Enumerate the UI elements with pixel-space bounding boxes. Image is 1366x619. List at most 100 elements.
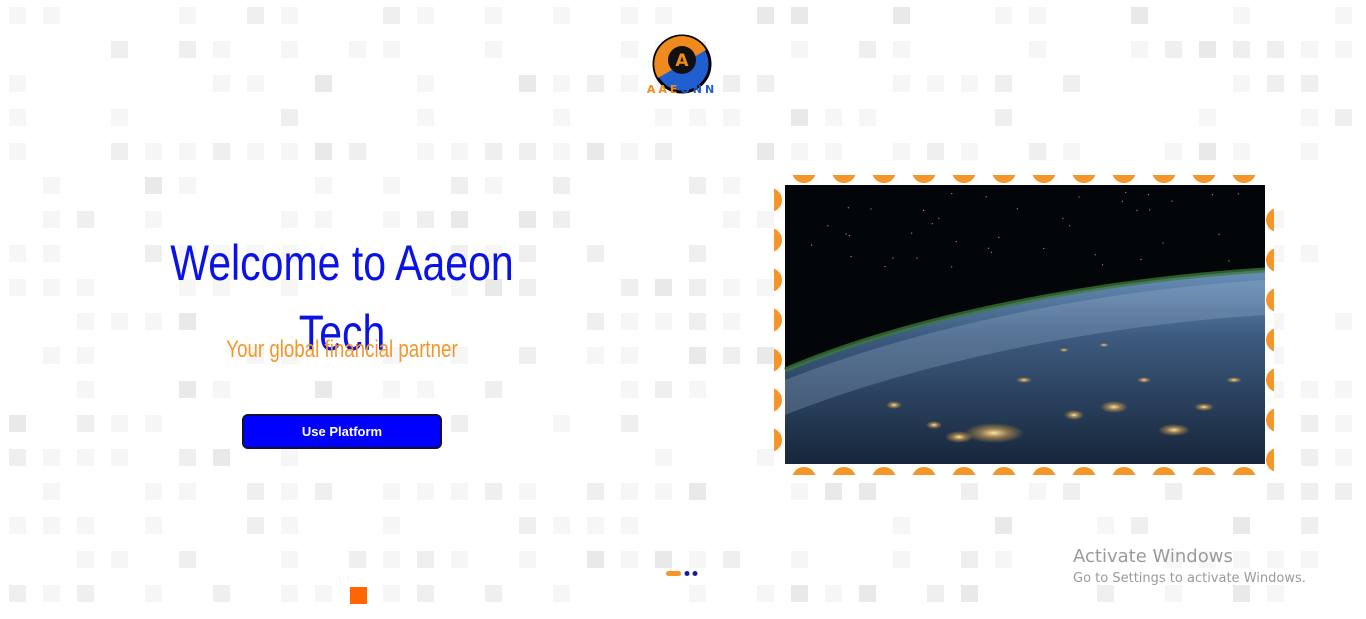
star	[1140, 258, 1142, 260]
bg-square	[451, 177, 468, 194]
bg-square	[689, 585, 706, 602]
bg-square	[9, 245, 26, 262]
star	[884, 265, 886, 268]
star	[847, 207, 849, 209]
bg-square	[383, 483, 400, 500]
bg-square	[1165, 483, 1182, 500]
scroll-to-top-button[interactable]	[350, 587, 367, 604]
bg-square	[655, 483, 672, 500]
bg-square	[145, 245, 162, 262]
bg-square	[1233, 7, 1250, 24]
bg-square	[519, 75, 536, 92]
star	[848, 234, 850, 237]
bg-square	[723, 109, 740, 126]
city-light	[886, 401, 902, 409]
bg-square	[349, 143, 366, 160]
carousel-dot[interactable]	[684, 571, 690, 576]
bg-square	[179, 177, 196, 194]
bg-square	[179, 483, 196, 500]
bg-square	[383, 211, 400, 228]
bg-square	[995, 551, 1012, 568]
bg-square	[1131, 41, 1148, 58]
bg-square	[485, 177, 502, 194]
bg-square	[757, 75, 774, 92]
bg-square	[349, 41, 366, 58]
bg-square	[43, 245, 60, 262]
bg-square	[383, 585, 400, 602]
bg-square	[1131, 7, 1148, 24]
bg-square	[1301, 245, 1318, 262]
bg-square	[1335, 41, 1352, 58]
bg-square	[519, 517, 536, 534]
bg-square	[383, 7, 400, 24]
star	[990, 251, 993, 253]
bg-square	[383, 381, 400, 398]
star	[998, 236, 1000, 239]
bg-square	[621, 7, 638, 24]
bg-square	[995, 7, 1012, 24]
bg-square	[553, 7, 570, 24]
bg-square	[825, 109, 842, 126]
bg-square	[417, 7, 434, 24]
bg-square	[77, 279, 94, 296]
star	[1078, 196, 1080, 198]
bg-square	[77, 449, 94, 466]
star	[1218, 233, 1220, 236]
bg-square	[485, 585, 502, 602]
bg-square	[689, 245, 706, 262]
bg-square	[1335, 483, 1352, 500]
bg-square	[111, 109, 128, 126]
bg-square	[655, 279, 672, 296]
bg-square	[757, 143, 774, 160]
bg-square	[553, 585, 570, 602]
bg-square	[315, 177, 332, 194]
bg-square	[43, 177, 60, 194]
bg-square	[519, 143, 536, 160]
star	[951, 193, 953, 195]
bg-square	[77, 517, 94, 534]
bg-square	[995, 75, 1012, 92]
bg-square	[689, 347, 706, 364]
bg-square	[791, 483, 808, 500]
star	[845, 233, 847, 235]
carousel-dot-active[interactable]	[666, 571, 681, 576]
bg-square	[927, 585, 944, 602]
bg-square	[1267, 41, 1284, 58]
bg-square	[281, 143, 298, 160]
bg-square	[315, 211, 332, 228]
bg-square	[485, 7, 502, 24]
bg-square	[893, 41, 910, 58]
bg-square	[179, 7, 196, 24]
bg-square	[179, 41, 196, 58]
bg-square	[553, 143, 570, 160]
bg-square	[519, 347, 536, 364]
bg-square	[519, 245, 536, 262]
bg-square	[893, 517, 910, 534]
star	[870, 208, 872, 210]
bg-square	[1335, 313, 1352, 330]
bg-square	[451, 551, 468, 568]
bg-square	[961, 75, 978, 92]
bg-square	[689, 109, 706, 126]
bg-square	[417, 483, 434, 500]
bg-square	[315, 381, 332, 398]
bg-square	[111, 143, 128, 160]
use-platform-button[interactable]: Use Platform	[242, 414, 442, 449]
bg-square	[383, 551, 400, 568]
bg-square	[723, 177, 740, 194]
bg-square	[281, 585, 298, 602]
star	[911, 232, 913, 234]
bg-square	[417, 143, 434, 160]
bg-square	[417, 381, 434, 398]
bg-square	[1029, 41, 1046, 58]
bg-square	[451, 143, 468, 160]
carousel-dot[interactable]	[692, 571, 698, 576]
bg-square	[43, 211, 60, 228]
bg-square	[791, 109, 808, 126]
bg-square	[145, 177, 162, 194]
bg-square	[791, 41, 808, 58]
bg-square	[315, 483, 332, 500]
bg-square	[383, 177, 400, 194]
bg-square	[77, 347, 94, 364]
bg-square	[1301, 143, 1318, 160]
